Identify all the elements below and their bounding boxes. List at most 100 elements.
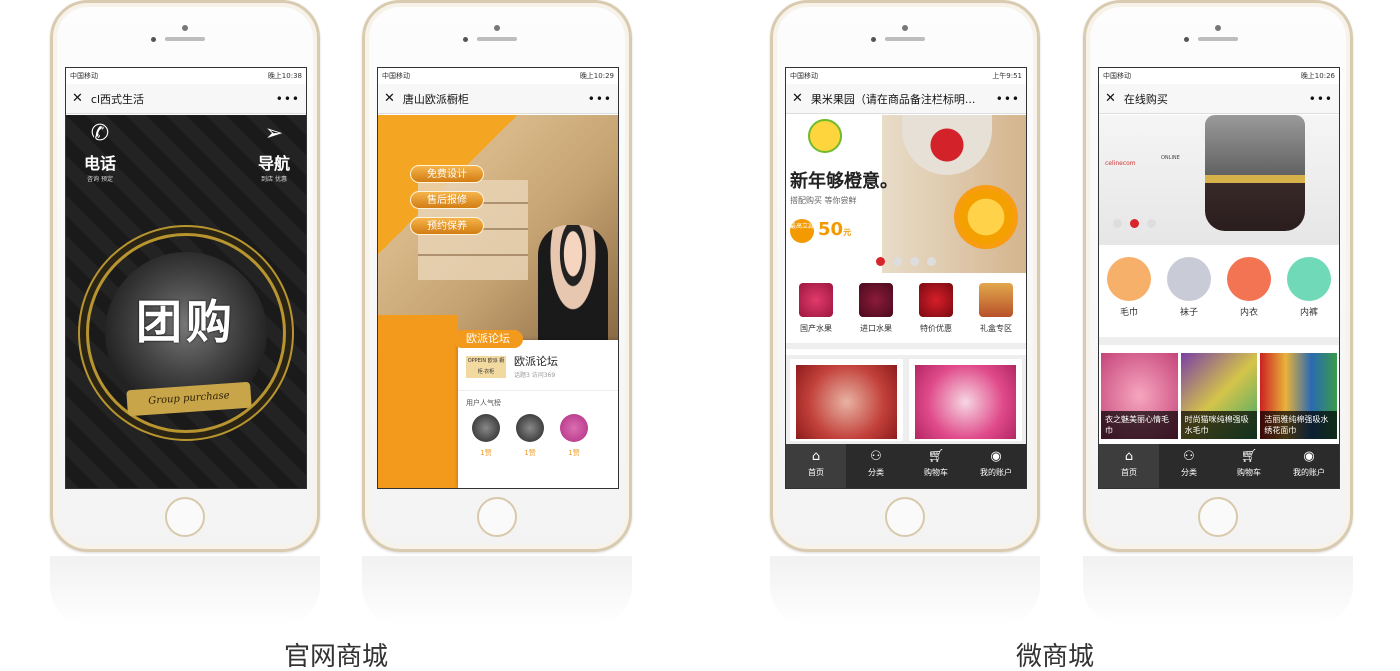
briefs-icon xyxy=(1287,257,1331,301)
tab-label: 购物车 xyxy=(1237,468,1261,477)
phone-reflection xyxy=(50,556,320,626)
close-icon[interactable]: ✕ xyxy=(1105,91,1116,106)
phone-frame-4: 中国移动 晚上10:26 ✕ 在线购买 ••• celinecom ONLINE… xyxy=(1083,0,1353,552)
phone-icon: ✆ xyxy=(90,121,110,146)
tab-home[interactable]: ⌂ 首页 xyxy=(1099,444,1159,488)
home-button[interactable] xyxy=(1198,497,1238,537)
user-avatar[interactable]: 1赞 xyxy=(516,414,544,458)
tab-label: 购物车 xyxy=(924,468,948,477)
tab-label: 我的账户 xyxy=(1293,468,1325,477)
user-avatar[interactable]: 1赞 xyxy=(472,414,500,458)
title-bar: ✕ 唐山欧派橱柜 ••• xyxy=(378,84,618,114)
more-icon[interactable]: ••• xyxy=(1309,92,1333,106)
sock-icon xyxy=(1167,257,1211,301)
tab-cart[interactable]: 🛒︎ 购物车 xyxy=(1219,444,1279,488)
page-title: 唐山欧派橱柜 xyxy=(402,92,469,106)
product-card[interactable] xyxy=(790,359,903,441)
close-icon[interactable]: ✕ xyxy=(72,91,83,106)
tab-home[interactable]: ⌂ 首页 xyxy=(786,444,846,488)
waistband xyxy=(1205,175,1305,183)
home-button[interactable] xyxy=(165,497,205,537)
brand-logo: OPPEIN 欧派 橱柜·衣柜 xyxy=(466,356,506,378)
category-gift-box[interactable]: 礼盒专区 xyxy=(971,283,1021,343)
phone-frame-2: 中国移动 晚上10:29 ✕ 唐山欧派橱柜 ••• 免费设计 售后报修 预约保养… xyxy=(362,0,632,552)
tab-category[interactable]: ⚇ 分类 xyxy=(1159,444,1219,488)
promo-headline: 新年够橙意。 xyxy=(790,171,898,192)
free-design-button[interactable]: 免费设计 xyxy=(410,165,484,183)
showcase: 中国移动 晚上10:38 ✕ cl西式生活 ••• ✆ 电话 咨询 预定 ➢ 导… xyxy=(0,0,1400,671)
product-card[interactable]: 洁丽雅纯棉强吸水绣花面巾 xyxy=(1260,353,1338,439)
category-icon: ⚇ xyxy=(870,449,882,464)
category-special-offer[interactable]: 特价优惠 xyxy=(911,283,961,343)
group-buy-page: ✆ 电话 咨询 预定 ➢ 导航 到店 优惠 团购 Group purchase xyxy=(66,115,306,488)
apple-image xyxy=(796,365,897,439)
like-count: 1赞 xyxy=(568,449,580,457)
camera-icon xyxy=(494,25,500,31)
account-icon: ◉ xyxy=(1303,449,1315,464)
user-avatar[interactable]: 1赞 xyxy=(560,414,588,458)
home-icon: ⌂ xyxy=(1124,449,1134,464)
call-button[interactable]: ✆ 电话 咨询 预定 xyxy=(84,121,116,183)
tab-account[interactable]: ◉ 我的账户 xyxy=(1279,444,1339,488)
clock: 晚上10:38 xyxy=(267,72,302,80)
tab-account[interactable]: ◉ 我的账户 xyxy=(966,444,1026,488)
discount-amount: 50元 xyxy=(818,219,851,240)
product-name: 时尚猫咪纯棉强吸水毛巾 xyxy=(1180,411,1258,439)
product-row: 衣之魅美丽心情毛巾 时尚猫咪纯棉强吸水毛巾 洁丽雅纯棉强吸水绣花面巾 xyxy=(1099,351,1339,441)
screen-4: 中国移动 晚上10:26 ✕ 在线购买 ••• celinecom ONLINE… xyxy=(1098,67,1340,489)
model-image xyxy=(538,225,608,340)
speaker-grille xyxy=(1198,37,1238,41)
promo-banner[interactable]: 新年够橙意。 搭配购买 等你尝鲜 最高立减 50元 xyxy=(786,115,1026,273)
forum-tag[interactable]: 欧派论坛 xyxy=(453,330,523,348)
bottom-tab-bar: ⌂ 首页 ⚇ 分类 🛒︎ 购物车 ◉ 我的账户 xyxy=(786,444,1026,488)
clock: 晚上10:26 xyxy=(1300,72,1335,80)
title-bar: ✕ cl西式生活 ••• xyxy=(66,84,306,114)
carousel-dots[interactable] xyxy=(1099,219,1339,228)
forum-card[interactable]: OPPEIN 欧派 橱柜·衣柜 欧派论坛 话题3 访问369 用户人气榜 1赞 … xyxy=(458,340,618,488)
tab-cart[interactable]: 🛒︎ 购物车 xyxy=(906,444,966,488)
category-imported-fruit[interactable]: 进口水果 xyxy=(851,283,901,343)
home-button[interactable] xyxy=(477,497,517,537)
tab-category[interactable]: ⚇ 分类 xyxy=(846,444,906,488)
category-towel[interactable]: 毛巾 xyxy=(1107,257,1151,337)
carrier: 中国移动 xyxy=(1103,72,1131,80)
more-icon[interactable]: ••• xyxy=(588,92,612,106)
close-icon[interactable]: ✕ xyxy=(792,91,803,106)
category-socks[interactable]: 袜子 xyxy=(1167,257,1211,337)
fruit-shop-page: 新年够橙意。 搭配购买 等你尝鲜 最高立减 50元 国产水果 进口水果 特价优惠… xyxy=(786,115,1026,488)
page-title: 果米果园（请在商品备注栏标明... xyxy=(810,92,976,106)
carousel-dots[interactable] xyxy=(786,257,1026,266)
maintenance-button[interactable]: 预约保养 xyxy=(410,217,484,235)
group-buy-emblem[interactable]: 团购 Group purchase xyxy=(86,233,286,433)
status-bar: 中国移动 晚上10:38 xyxy=(66,68,306,84)
category-label: 特价优惠 xyxy=(920,324,952,333)
navigate-button[interactable]: ➢ 导航 到店 优惠 xyxy=(258,121,290,183)
repair-button[interactable]: 售后报修 xyxy=(410,191,484,209)
product-card[interactable]: 衣之魅美丽心情毛巾 xyxy=(1101,353,1178,439)
cart-icon: 🛒︎ xyxy=(1240,449,1258,464)
navigation-arrow-icon: ➢ xyxy=(264,121,284,146)
close-icon[interactable]: ✕ xyxy=(384,91,395,106)
home-button[interactable] xyxy=(885,497,925,537)
phone-reflection xyxy=(362,556,632,626)
more-icon[interactable]: ••• xyxy=(276,92,300,106)
category-bra[interactable]: 内衣 xyxy=(1227,257,1271,337)
category-label: 袜子 xyxy=(1179,308,1198,318)
product-banner[interactable]: celinecom ONLINE xyxy=(1099,115,1339,245)
discount-badge: 最高立减 xyxy=(790,219,814,243)
category-row: 国产水果 进口水果 特价优惠 礼盒专区 xyxy=(786,273,1026,349)
more-icon[interactable]: ••• xyxy=(996,92,1020,106)
price-value: 50 xyxy=(818,219,844,240)
product-card[interactable] xyxy=(909,359,1022,441)
status-bar: 中国移动 晚上10:29 xyxy=(378,68,618,84)
like-count: 1赞 xyxy=(524,449,536,457)
speaker-grille xyxy=(885,37,925,41)
category-domestic-fruit[interactable]: 国产水果 xyxy=(791,283,841,343)
page-title: 在线购买 xyxy=(1123,92,1168,106)
tab-label: 首页 xyxy=(808,468,824,477)
category-label: 进口水果 xyxy=(860,324,892,333)
sensor-icon xyxy=(151,37,156,42)
category-briefs[interactable]: 内裤 xyxy=(1287,257,1331,337)
category-label: 内裤 xyxy=(1299,308,1318,318)
product-card[interactable]: 时尚猫咪纯棉强吸水毛巾 xyxy=(1180,353,1258,439)
